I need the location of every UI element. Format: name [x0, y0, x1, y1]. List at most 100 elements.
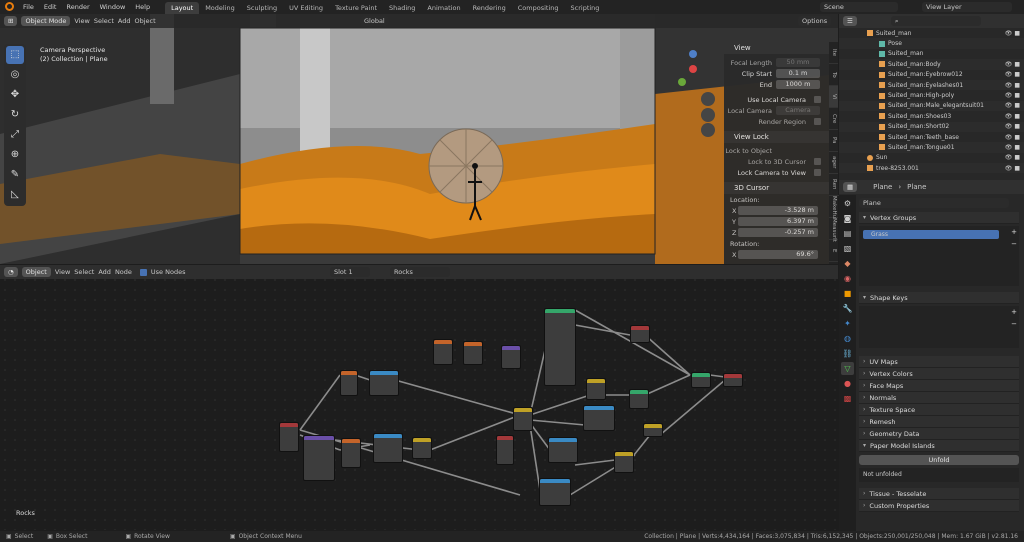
sidebar-tab-tool[interactable]: To [829, 64, 838, 86]
output-tab-icon[interactable]: ▤ [841, 227, 854, 240]
object-mode-dropdown[interactable]: Object Mode [21, 16, 71, 26]
uv-maps-panel[interactable]: › UV Maps [859, 356, 1019, 368]
particles-tab-icon[interactable]: ✦ [841, 317, 854, 330]
list-item[interactable]: Suited_man:Short02 👁 ■ [839, 121, 1024, 132]
normals-panel[interactable]: › Normals [859, 392, 1019, 404]
tab-rendering[interactable]: Rendering [467, 2, 512, 14]
3d-cursor-panel-title[interactable]: 3D Cursor [724, 182, 829, 194]
transform-orientation-dropdown[interactable]: Global [360, 16, 389, 26]
vertex-group-item[interactable]: Grass [863, 230, 999, 239]
node-mapping-2[interactable] [341, 438, 361, 468]
list-item[interactable]: Suited_man 👁 ■ [839, 28, 1024, 38]
node-editor-type-button[interactable]: ◔ [4, 267, 18, 277]
view-layer-selector[interactable]: View Layer [922, 2, 1012, 12]
options-dropdown[interactable]: Options [798, 16, 832, 26]
blender-logo-icon[interactable] [5, 2, 14, 11]
sidebar-tab-measureit[interactable]: MeasurIt [829, 218, 838, 242]
list-item[interactable]: Sun 👁 ■ [839, 153, 1024, 163]
list-item[interactable]: Pose [839, 38, 1024, 49]
material-tab-icon[interactable]: ● [841, 377, 854, 390]
shape-keys-panel[interactable]: ▾ Shape Keys [859, 292, 1019, 304]
outliner-search-input[interactable]: ⌕ [890, 16, 981, 26]
remove-shape-key-button[interactable]: − [1011, 320, 1017, 328]
viewport-menu-add[interactable]: Add [118, 16, 131, 26]
shader-type-dropdown[interactable]: Object [21, 267, 51, 277]
data-tab-icon[interactable]: ▽ [841, 362, 854, 375]
editor-type-button[interactable]: ⊞ [4, 16, 18, 26]
menu-file[interactable]: File [18, 0, 39, 14]
list-item[interactable]: Suited_man:Shoes03 👁 ■ [839, 111, 1024, 121]
cursor-y-field[interactable]: 6.397 m [738, 217, 818, 226]
remove-vertex-group-button[interactable]: − [1011, 240, 1017, 248]
tab-shading[interactable]: Shading [383, 2, 421, 14]
render-tab-icon[interactable]: ◙ [841, 212, 854, 225]
list-item[interactable]: Suited_man:Eyebrow012 👁 ■ [839, 70, 1024, 80]
list-item[interactable]: Suited_man:Tongue01 👁 ■ [839, 142, 1024, 153]
cursor-z-field[interactable]: -0.257 m [738, 228, 818, 237]
object-tab-icon[interactable]: ■ [841, 287, 854, 300]
viewport-menu-object[interactable]: Object [135, 16, 156, 26]
sidebar-tab-pa[interactable]: Pa [829, 130, 838, 152]
sidebar-tab-view[interactable]: Vi [829, 86, 838, 108]
menu-window[interactable]: Window [95, 0, 131, 14]
node-attribute[interactable] [630, 325, 650, 343]
node-mix-2[interactable] [513, 407, 533, 431]
face-maps-panel[interactable]: › Face Maps [859, 380, 1019, 392]
menu-edit[interactable]: Edit [39, 0, 62, 14]
modifier-tab-icon[interactable]: 🔧 [841, 302, 854, 315]
clip-end-field[interactable]: 1000 m [776, 80, 820, 89]
unfold-button[interactable]: Unfold [859, 455, 1019, 465]
node-vector-1[interactable] [501, 345, 521, 369]
node-image-1[interactable] [369, 370, 399, 396]
list-item[interactable]: Suited_man:Teeth_base 👁 ■ [839, 132, 1024, 142]
measure-tool-icon[interactable]: ◺ [6, 186, 24, 204]
node-editor[interactable]: Rocks [0, 265, 838, 530]
texture-space-panel[interactable]: › Texture Space [859, 404, 1019, 416]
transform-tool-icon[interactable]: ⊕ [6, 146, 24, 164]
menu-render[interactable]: Render [61, 0, 94, 14]
node-mix-5[interactable] [614, 451, 634, 473]
custom-properties-panel[interactable]: › Custom Properties [859, 500, 1019, 512]
rotate-tool-icon[interactable]: ↻ [6, 106, 24, 124]
constraints-tab-icon[interactable]: ⛓ [841, 347, 854, 360]
cursor-x-field[interactable]: -3.528 m [738, 206, 818, 215]
properties-editor-type-button[interactable]: ▦ [843, 182, 858, 192]
node-menu-view[interactable]: View [55, 268, 70, 276]
node-colorramp[interactable] [496, 435, 514, 465]
node-mapping-1[interactable] [340, 370, 358, 396]
list-item[interactable]: Suited_man:Male_elegantsuit01 👁 ■ [839, 100, 1024, 112]
node-mix-shader[interactable] [691, 372, 711, 388]
select-tool-icon[interactable]: ⬚ [6, 46, 24, 64]
scale-tool-icon[interactable]: ⤢ [6, 126, 24, 144]
node-menu-node[interactable]: Node [115, 268, 132, 276]
node-mix-4[interactable] [643, 423, 663, 437]
use-local-camera-checkbox[interactable] [814, 96, 821, 103]
node-material-output[interactable] [723, 373, 743, 387]
cursor-tool-icon[interactable]: ◎ [6, 66, 24, 84]
sidebar-tab-manager[interactable]: ager [829, 152, 838, 174]
annotate-tool-icon[interactable]: ✎ [6, 166, 24, 184]
node-image-2[interactable] [373, 433, 403, 463]
lock-3d-cursor-checkbox[interactable] [814, 158, 821, 165]
vertex-groups-panel[interactable]: ▾ Vertex Groups [859, 212, 1019, 224]
node-menu-add[interactable]: Add [98, 268, 111, 276]
physics-tab-icon[interactable]: ◍ [841, 332, 854, 345]
view-layer-tab-icon[interactable]: ▧ [841, 242, 854, 255]
vertex-colors-panel[interactable]: › Vertex Colors [859, 368, 1019, 380]
node-mix-1[interactable] [412, 437, 432, 459]
list-item[interactable]: Suited_man [839, 49, 1024, 59]
scene-selector[interactable]: Scene [820, 2, 898, 12]
geometry-data-panel[interactable]: › Geometry Data [859, 428, 1019, 440]
tab-layout[interactable]: Layout [165, 1, 200, 14]
sidebar-tab-create[interactable]: Cre [829, 108, 838, 130]
local-camera-field[interactable]: Camera [776, 106, 820, 115]
node-image-5[interactable] [583, 405, 615, 431]
remesh-panel[interactable]: › Remesh [859, 416, 1019, 428]
tissue-tesselate-panel[interactable]: › Tissue - Tesselate [859, 488, 1019, 500]
node-image-3[interactable] [548, 437, 578, 463]
scene-tab-icon[interactable]: ◆ [841, 257, 854, 270]
focal-length-field[interactable]: 50 mm [776, 58, 820, 67]
move-tool-icon[interactable]: ✥ [6, 86, 24, 104]
node-texcoord[interactable] [279, 422, 299, 452]
material-slot-dropdown[interactable]: Slot 1 [330, 267, 370, 277]
